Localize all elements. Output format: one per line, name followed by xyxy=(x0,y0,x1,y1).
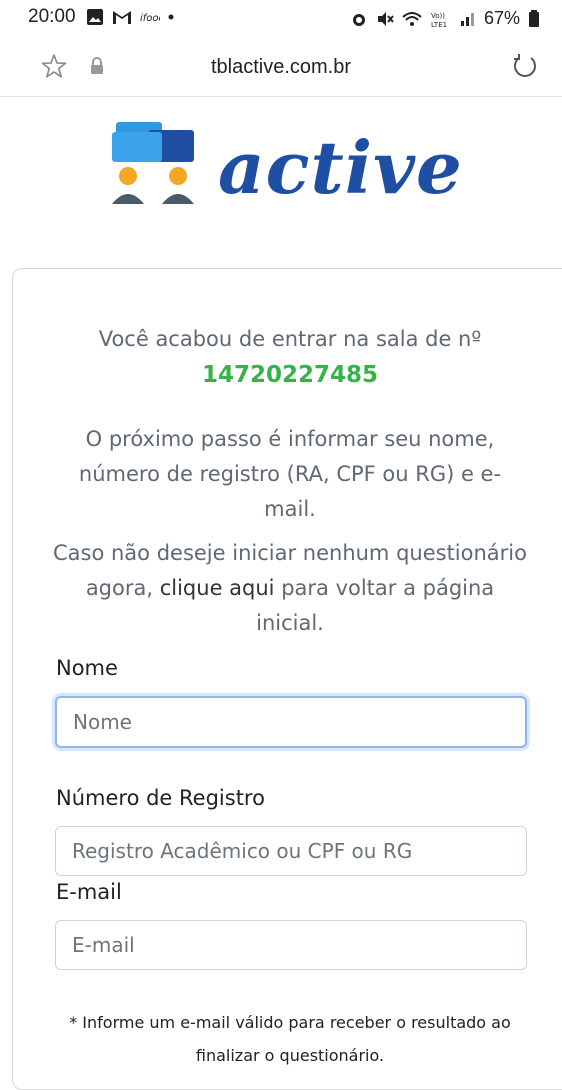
email-note: * Informe um e-mail válido para receber … xyxy=(69,1013,511,1065)
svg-text:ifood: ifood xyxy=(140,13,160,24)
registry-input[interactable] xyxy=(55,826,527,876)
system-icons: Vo)) LTE1 67% xyxy=(350,8,540,29)
room-intro-text: Você acabou de entrar na sala de nº xyxy=(98,327,482,351)
email-label: E-mail xyxy=(56,880,122,904)
gallery-icon xyxy=(87,9,103,25)
cancel-text-after: para voltar a página inicial. xyxy=(256,576,495,635)
svg-text:Vo)): Vo)) xyxy=(431,12,445,20)
status-time: 20:00 xyxy=(28,6,76,27)
email-input[interactable] xyxy=(55,920,527,970)
svg-text:LTE1: LTE1 xyxy=(431,21,447,28)
room-number: 14720227485 xyxy=(201,362,379,388)
mute-icon xyxy=(377,11,394,26)
active-logo: active xyxy=(108,118,468,210)
signal-icon xyxy=(460,12,474,26)
logo-text: active xyxy=(218,125,463,210)
next-step-text: O próximo passo é informar seu nome, núm… xyxy=(78,427,502,521)
url-text[interactable]: tblactive.com.br xyxy=(0,56,562,79)
reload-icon[interactable] xyxy=(510,52,540,82)
more-dot-icon xyxy=(168,14,174,20)
alarm-icon xyxy=(352,13,365,26)
status-bar: 20:00 ifood Vo))LTE1 67% xyxy=(0,0,562,40)
logo-people-icon xyxy=(112,122,194,204)
name-label: Nome xyxy=(56,656,118,680)
notification-icons: ifood xyxy=(86,8,174,26)
cancel-text: Caso não deseje iniciar nenhum questioná… xyxy=(50,536,530,641)
gmail-icon xyxy=(113,11,131,24)
name-input[interactable] xyxy=(55,696,527,748)
battery-percent: 67% xyxy=(483,8,520,28)
app-notification-icon: ifood xyxy=(140,13,160,24)
volte-icon: Vo))LTE1 xyxy=(431,12,447,28)
battery-icon xyxy=(529,9,539,27)
browser-url-bar: tblactive.com.br xyxy=(0,40,562,97)
back-home-link[interactable]: clique aqui xyxy=(160,576,275,600)
registry-label: Número de Registro xyxy=(56,786,265,810)
wifi-icon xyxy=(402,11,422,26)
